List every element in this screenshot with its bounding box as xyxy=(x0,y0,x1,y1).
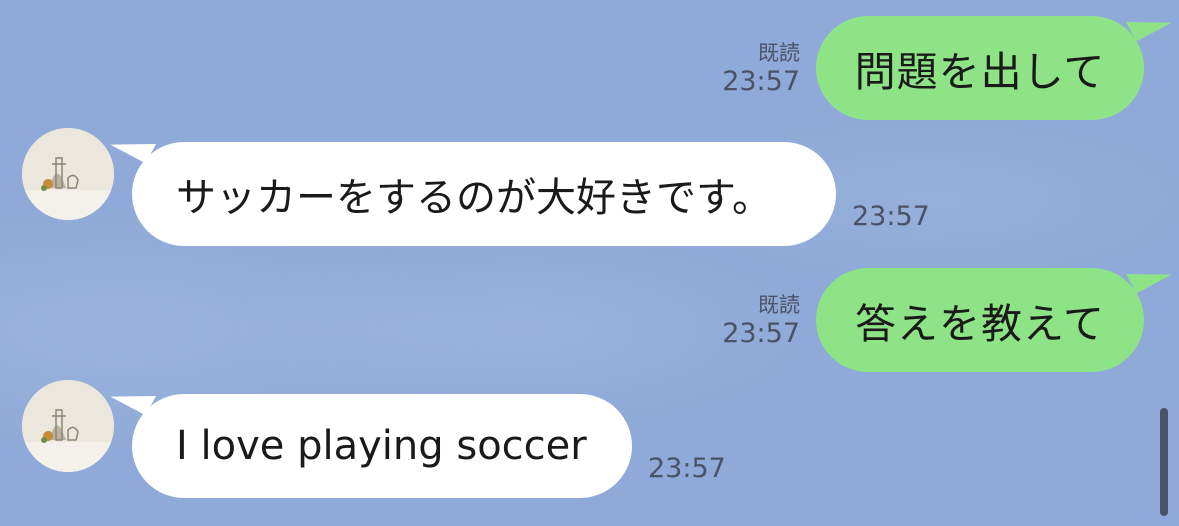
message-meta: 既読 23:57 xyxy=(700,40,800,98)
read-receipt: 既読 xyxy=(758,41,800,65)
sender-avatar[interactable] xyxy=(22,128,114,220)
outgoing-message-bubble[interactable]: 問題を出して xyxy=(816,3,1172,120)
message-text: サッカーをするのが大好きです。 xyxy=(176,175,772,221)
message-time: 23:57 xyxy=(722,66,800,97)
message-time: 23:57 xyxy=(648,453,726,484)
incoming-message-bubble[interactable]: I love playing soccer xyxy=(110,377,632,498)
avatar-illustration-icon xyxy=(22,380,114,472)
sender-avatar[interactable] xyxy=(22,380,114,472)
chat-scrollbar[interactable] xyxy=(1160,408,1168,516)
incoming-message-bubble[interactable]: サッカーをするのが大好きです。 xyxy=(110,125,836,246)
outgoing-message-bubble[interactable]: 答えを教えて xyxy=(816,255,1172,372)
avatar-illustration-icon xyxy=(22,128,114,220)
message-text: 問題を出して xyxy=(854,48,1106,96)
message-time: 23:57 xyxy=(722,318,800,349)
read-receipt: 既読 xyxy=(758,293,800,317)
message-text: 答えを教えて xyxy=(855,300,1105,348)
message-meta: 既読 23:57 xyxy=(700,292,800,350)
message-time: 23:57 xyxy=(852,201,930,232)
message-text: I love playing soccer xyxy=(176,423,587,469)
